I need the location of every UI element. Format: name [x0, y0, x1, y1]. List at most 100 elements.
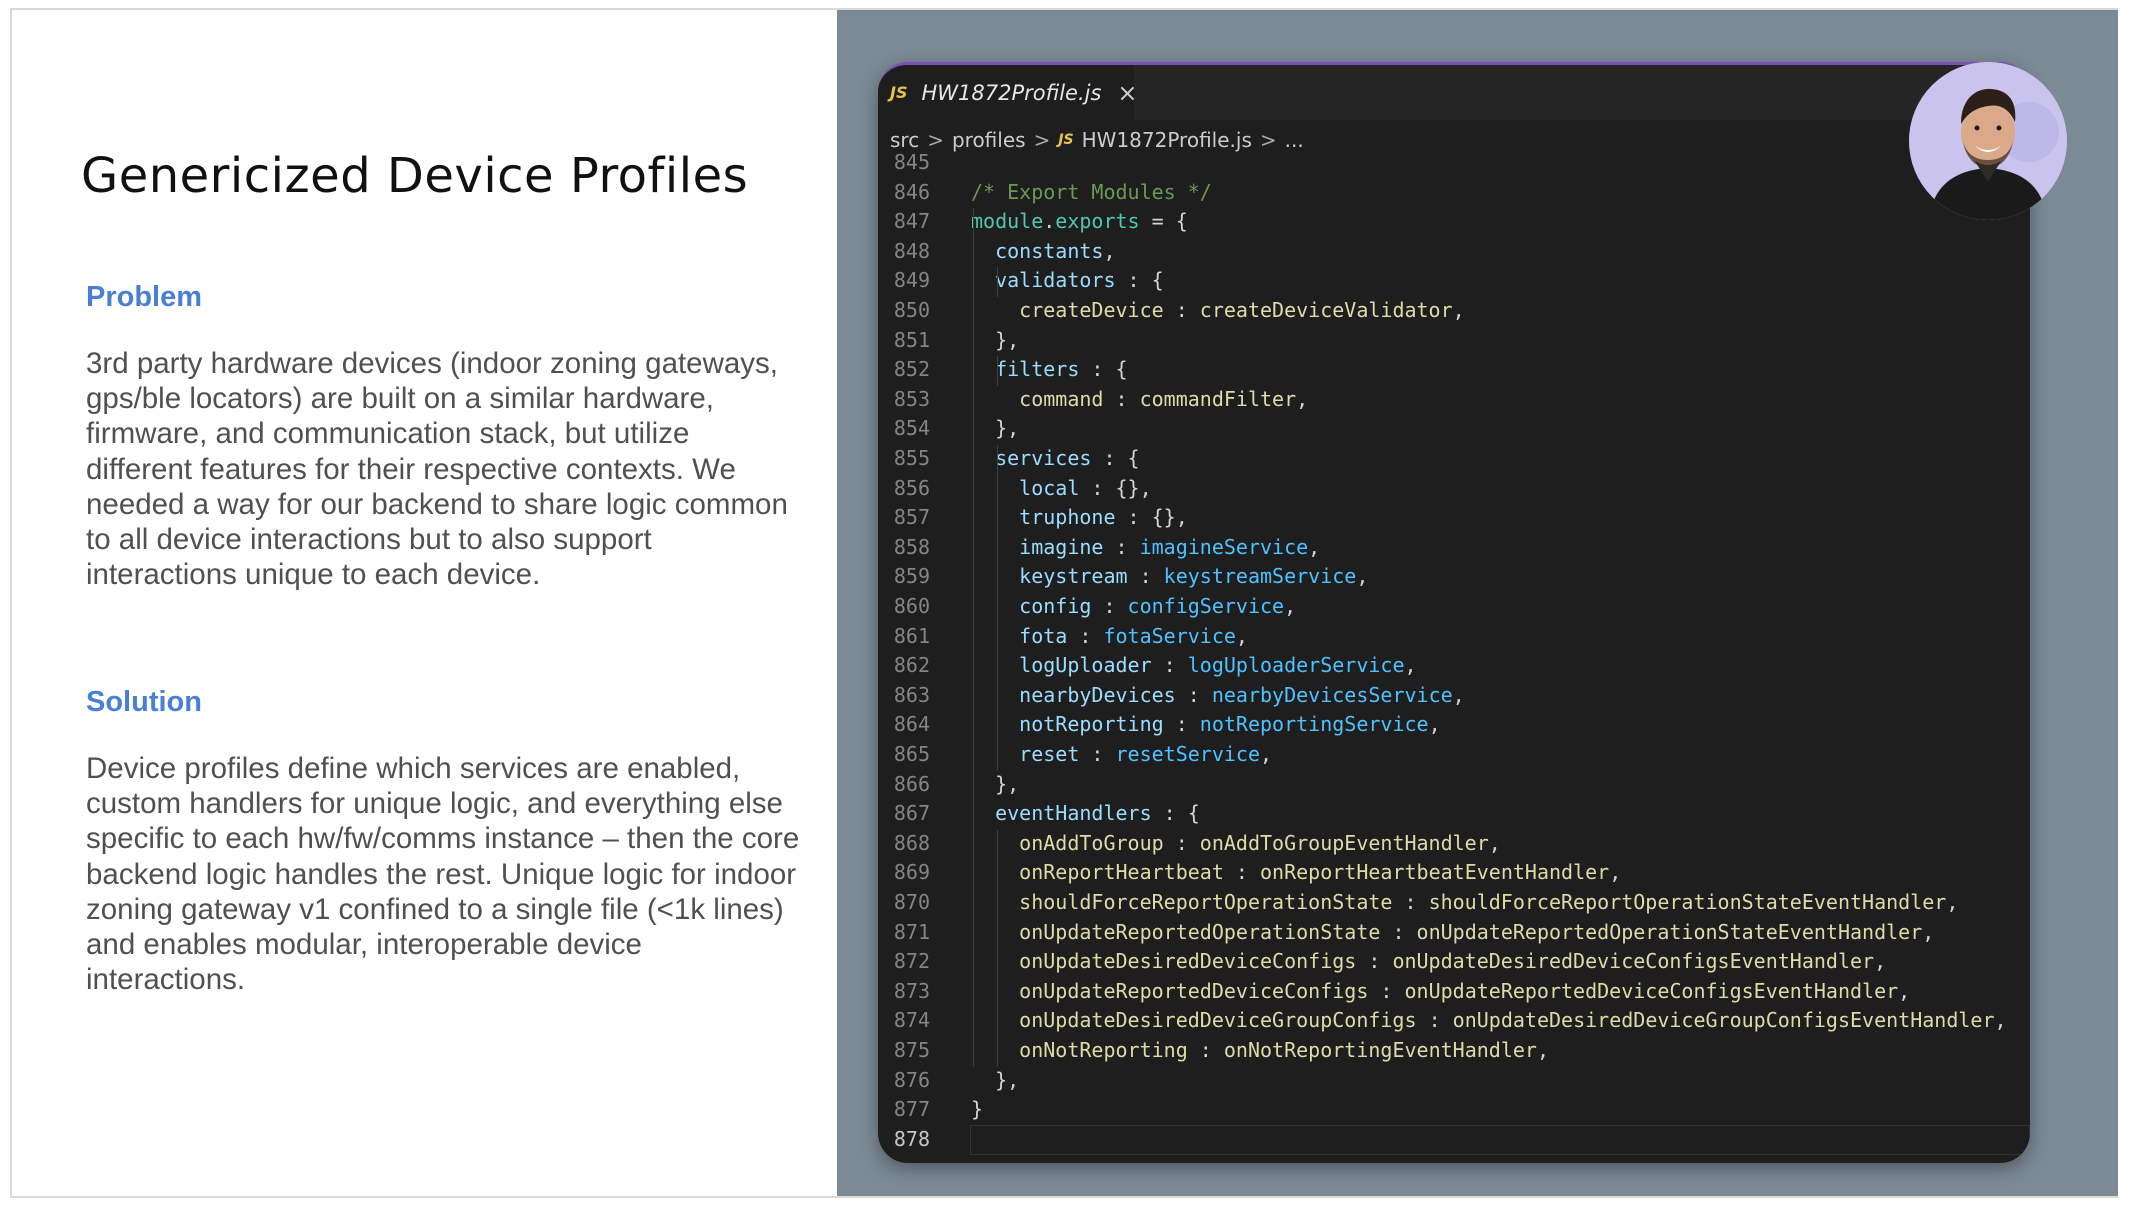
- code-line[interactable]: 862 logUploader : logUploaderService,: [878, 651, 2030, 681]
- code-line[interactable]: 858 imagine : imagineService,: [878, 533, 2030, 563]
- code-line[interactable]: 869 onReportHeartbeat : onReportHeartbea…: [878, 858, 2030, 888]
- solution-line: custom handlers for unique logic, and ev…: [86, 787, 783, 821]
- line-number: 877: [893, 1097, 930, 1122]
- problem-body: 3rd party hardware devices (indoor zonin…: [86, 346, 806, 592]
- code-line[interactable]: 864 notReporting : notReportingService,: [878, 710, 2030, 740]
- code-line[interactable]: 865 reset : resetService,: [878, 740, 2030, 770]
- solution-line: and enables modular, interoperable devic…: [86, 928, 642, 962]
- code-token: notReportingService: [1199, 712, 1429, 737]
- code-line[interactable]: 874 onUpdateDesiredDeviceGroupConfigs : …: [878, 1006, 2030, 1036]
- code-line[interactable]: 876 },: [878, 1066, 2030, 1096]
- code-line[interactable]: 870 shouldForceReportOperationState : sh…: [878, 888, 2030, 918]
- code-token: },: [971, 771, 1020, 796]
- code-line[interactable]: 873 onUpdateReportedDeviceConfigs : onUp…: [878, 977, 2030, 1007]
- code-token: :: [1163, 712, 1200, 737]
- line-number: 868: [893, 830, 930, 855]
- code-token: onAddToGroupEventHandler: [1199, 830, 1489, 855]
- problem-line: firmware, and communication stack, but u…: [86, 417, 690, 451]
- code-line[interactable]: 849 validators : {: [878, 266, 2030, 296]
- code-text: keystream : keystreamService,: [971, 562, 1368, 592]
- code-line[interactable]: 857 truphone : {},: [878, 503, 2030, 533]
- code-line[interactable]: 871 onUpdateReportedOperationState : onU…: [878, 918, 2030, 948]
- code-text: validators : {: [971, 266, 1164, 296]
- code-line[interactable]: 845: [878, 148, 2030, 178]
- solution-line: interactions.: [86, 963, 246, 997]
- code-token: constants: [971, 238, 1104, 263]
- code-text: /* Export Modules */: [971, 178, 1212, 208]
- code-text: reset : resetService,: [971, 740, 1272, 770]
- code-token: ,: [1308, 534, 1321, 559]
- code-token: shouldForceReportOperationStateEventHand…: [1428, 890, 1947, 914]
- code-token: config: [971, 594, 1092, 618]
- code-line[interactable]: 867 eventHandlers : {: [878, 799, 2030, 829]
- code-line[interactable]: 850 createDevice : createDeviceValidator…: [878, 296, 2030, 326]
- code-text: local : {},: [971, 474, 1151, 504]
- avatar-illustration: [1909, 62, 2067, 220]
- code-token: onNotReporting: [971, 1038, 1188, 1062]
- code-token: local: [971, 475, 1080, 500]
- code-area[interactable]: 845 846 /* Export Modules */ 847 module.expo…: [878, 150, 2030, 1163]
- code-line[interactable]: 852 filters : {: [878, 355, 2030, 385]
- code-token: onUpdateReportedDeviceConfigs: [971, 978, 1369, 1003]
- code-token: ,: [1260, 742, 1273, 766]
- solution-line: Device profiles define which services ar…: [86, 752, 741, 785]
- line-number: 852: [893, 357, 930, 382]
- code-line[interactable]: 877}: [878, 1095, 2030, 1125]
- line-number: 878: [893, 1126, 930, 1151]
- line-number: 847: [893, 209, 930, 234]
- code-line[interactable]: 872 onUpdateDesiredDeviceConfigs : onUpd…: [878, 947, 2030, 977]
- code-token: notReporting: [971, 712, 1164, 737]
- line-number: 857: [893, 505, 930, 530]
- code-token: :: [1079, 742, 1116, 766]
- code-text: onNotReporting : onNotReportingEventHand…: [971, 1036, 1549, 1066]
- code-line[interactable]: 853 command : commandFilter,: [878, 385, 2030, 415]
- editor-tab-bar: JS HW1872Profile.js ×: [878, 65, 2030, 120]
- code-line[interactable]: 855 services : {: [878, 444, 2030, 474]
- code-line[interactable]: 868 onAddToGroup : onAddToGroupEventHand…: [878, 829, 2030, 859]
- code-token: ,: [1994, 1008, 2007, 1033]
- code-token: ,: [1898, 978, 1911, 1003]
- code-line[interactable]: 851 },: [878, 326, 2030, 356]
- code-line[interactable]: 859 keystream : keystreamService,: [878, 562, 2030, 592]
- line-number: 862: [893, 653, 930, 678]
- code-token: ,: [1922, 919, 1935, 944]
- code-line[interactable]: 846 /* Export Modules */: [878, 178, 2030, 208]
- code-line[interactable]: 878: [878, 1124, 2030, 1155]
- code-line[interactable]: 854 },: [878, 414, 2030, 444]
- code-token: truphone: [971, 505, 1116, 530]
- line-number: 854: [893, 416, 930, 441]
- code-token: fotaService: [1103, 623, 1236, 648]
- problem-line: different features for their respective …: [86, 452, 736, 486]
- code-line[interactable]: 875 onNotReporting : onNotReportingEvent…: [878, 1036, 2030, 1066]
- code-text: eventHandlers : {: [971, 799, 1200, 829]
- close-icon[interactable]: ×: [1117, 79, 1137, 107]
- line-number: 863: [893, 682, 930, 707]
- code-line[interactable]: 847 module.exports = {: [878, 207, 2030, 237]
- code-token: .: [1043, 209, 1056, 234]
- code-token: configService: [1127, 594, 1285, 618]
- code-text: },: [971, 770, 1019, 800]
- code-token: ,: [1536, 1038, 1549, 1062]
- line-number: 865: [893, 742, 930, 766]
- code-line[interactable]: 848 constants,: [878, 237, 2030, 267]
- code-token: services: [971, 446, 1092, 470]
- code-line[interactable]: 860 config : configService,: [878, 592, 2030, 622]
- code-line[interactable]: 861 fota : fotaService,: [878, 622, 2030, 652]
- line-number: 859: [893, 564, 930, 589]
- presenter-avatar-icon: [1909, 62, 2067, 220]
- code-token: ,: [1404, 653, 1417, 678]
- code-token: = {: [1139, 209, 1188, 234]
- code-token: commandFilter: [1139, 386, 1297, 411]
- line-number: 876: [893, 1067, 930, 1092]
- line-number: 874: [893, 1008, 930, 1033]
- line-number: 851: [893, 327, 930, 352]
- code-token: ,: [1428, 712, 1441, 737]
- editor-tab[interactable]: JS HW1872Profile.js ×: [878, 65, 1138, 120]
- solution-body: Device profiles define which services ar…: [86, 751, 806, 997]
- code-token: :: [1103, 386, 1140, 411]
- code-token: shouldForceReportOperationState: [971, 890, 1393, 914]
- code-line[interactable]: 856 local : {},: [878, 474, 2030, 504]
- code-text: },: [971, 1066, 1019, 1096]
- code-line[interactable]: 866 },: [878, 770, 2030, 800]
- code-line[interactable]: 863 nearbyDevices : nearbyDevicesService…: [878, 681, 2030, 711]
